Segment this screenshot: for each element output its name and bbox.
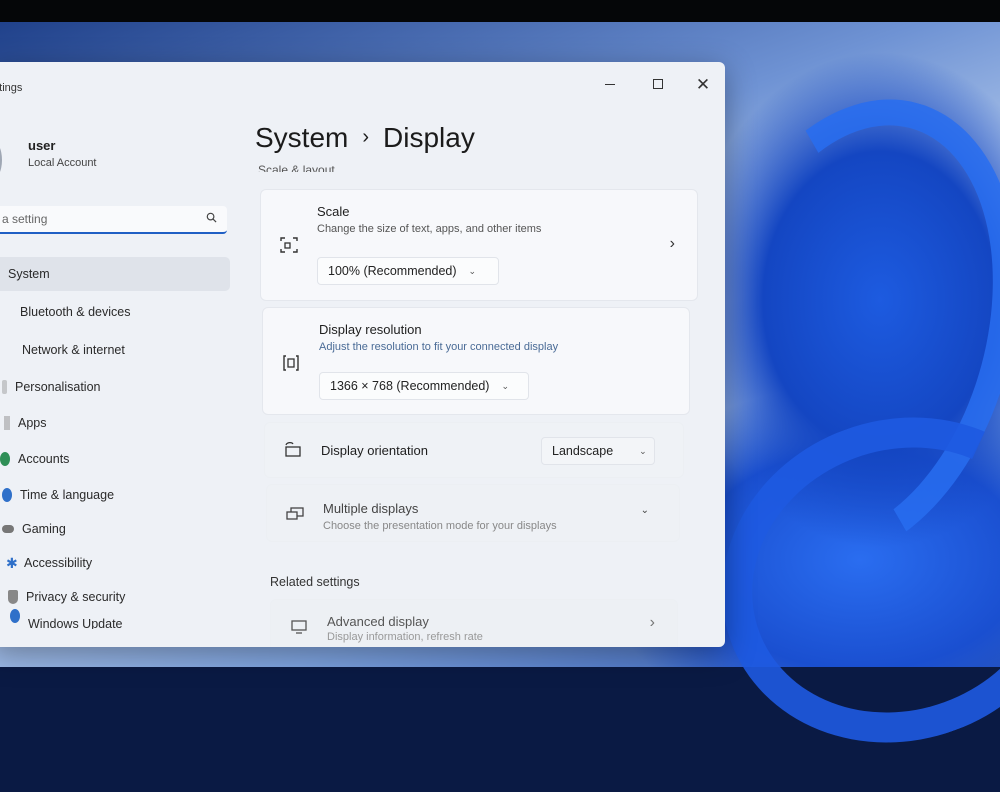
search-placeholder: a setting <box>2 212 48 226</box>
shield-icon <box>8 590 18 604</box>
maximize-icon <box>653 79 663 89</box>
sidebar-item-gaming[interactable]: Gaming <box>2 512 242 546</box>
sidebar-item-label: Time & language <box>20 488 115 502</box>
sidebar-item-network[interactable]: Network & internet <box>0 333 240 367</box>
monitor-bezel <box>0 0 1000 22</box>
scale-card[interactable]: Scale Change the size of text, apps, and… <box>260 189 698 301</box>
multiple-displays-description: Choose the presentation mode for your di… <box>323 520 557 532</box>
search-icon <box>206 212 217 223</box>
resolution-dropdown[interactable]: 1366 × 768 (Recommended) ⌄ <box>319 372 529 400</box>
related-settings-heading: Related settings <box>270 575 360 589</box>
resolution-title: Display resolution <box>319 322 422 337</box>
gamepad-icon <box>2 525 14 533</box>
scale-dropdown[interactable]: 100% (Recommended) ⌄ <box>317 257 499 285</box>
breadcrumb: System › Display <box>255 122 475 154</box>
scale-title: Scale <box>317 204 350 219</box>
title-bar[interactable]: ettings ✕ <box>0 62 725 106</box>
avatar <box>0 140 2 180</box>
update-icon <box>10 609 20 623</box>
breadcrumb-parent[interactable]: System <box>255 122 348 153</box>
multiple-displays-icon <box>286 507 304 520</box>
bluetooth-icon <box>0 305 12 319</box>
chevron-right-icon: › <box>649 614 655 631</box>
chevron-down-icon: ⌄ <box>640 505 649 516</box>
settings-search-input[interactable]: a setting <box>0 206 227 234</box>
sidebar-item-accessibility[interactable]: ✱ Accessibility <box>6 546 246 580</box>
settings-window: ettings ✕ user Local Account a setting S… <box>0 62 725 647</box>
sidebar-item-label: System <box>8 267 50 281</box>
advanced-display-description: Display information, refresh rate <box>327 631 483 643</box>
minimize-icon <box>605 83 615 85</box>
page-title: Display <box>383 122 475 153</box>
apps-icon <box>4 416 10 430</box>
section-heading: Scale & layout <box>258 163 335 172</box>
app-title: ettings <box>0 82 23 94</box>
sidebar-item-label: Bluetooth & devices <box>20 305 131 319</box>
accessibility-icon: ✱ <box>6 555 18 571</box>
resolution-icon <box>283 355 299 371</box>
orientation-value: Landscape <box>552 444 614 458</box>
minimize-button[interactable] <box>590 72 630 96</box>
sidebar-item-bluetooth[interactable]: Bluetooth & devices <box>0 295 238 329</box>
multiple-displays-card[interactable]: Multiple displays Choose the presentatio… <box>266 484 680 542</box>
sidebar-item-label: Gaming <box>22 522 66 536</box>
accounts-icon <box>0 452 10 466</box>
resolution-description: Adjust the resolution to fit your connec… <box>319 341 559 353</box>
maximize-button[interactable] <box>638 72 678 96</box>
globe-icon <box>2 488 12 502</box>
account-type: Local Account <box>28 157 97 169</box>
advanced-display-card[interactable]: Advanced display Display information, re… <box>270 599 678 647</box>
brush-icon <box>2 380 7 394</box>
close-button[interactable]: ✕ <box>683 72 723 96</box>
display-resolution-card: Display resolution Adjust the resolution… <box>262 307 690 415</box>
orientation-title: Display orientation <box>321 443 428 458</box>
sidebar-item-label: Network & internet <box>22 343 125 357</box>
sidebar-item-time-language[interactable]: Time & language <box>2 478 242 512</box>
advanced-display-title: Advanced display <box>327 614 429 629</box>
sidebar-item-label: Accessibility <box>24 556 93 570</box>
chevron-down-icon: ⌄ <box>468 265 477 276</box>
sidebar-item-label: Personalisation <box>15 380 101 394</box>
sidebar-item-label: Accounts <box>18 452 70 466</box>
network-icon <box>0 343 14 357</box>
monitor-icon <box>291 620 307 634</box>
multiple-displays-title: Multiple displays <box>323 501 419 516</box>
sidebar-item-label: Apps <box>18 416 47 430</box>
breadcrumb-separator: › <box>362 126 370 148</box>
sidebar-item-label: Windows Update <box>28 617 123 629</box>
close-icon: ✕ <box>695 74 711 94</box>
chevron-down-icon: ⌄ <box>501 380 510 391</box>
sidebar-item-accounts[interactable]: Accounts <box>0 442 240 476</box>
chevron-down-icon: ⌄ <box>639 445 647 456</box>
sidebar-item-windows-update[interactable]: Windows Update <box>10 609 250 629</box>
scale-description: Change the size of text, apps, and other… <box>317 223 542 235</box>
display-orientation-card: Display orientation Landscape ⌄ <box>264 422 684 478</box>
sidebar-item-personalisation[interactable]: Personalisation <box>2 370 242 404</box>
resolution-value: 1366 × 768 (Recommended) <box>330 379 490 393</box>
scale-value: 100% (Recommended) <box>328 264 457 278</box>
chevron-right-icon: › <box>669 235 675 252</box>
sidebar-item-apps[interactable]: Apps <box>4 406 244 440</box>
scale-icon <box>280 237 298 253</box>
user-name: user <box>28 138 56 153</box>
orientation-icon <box>285 442 301 457</box>
sidebar-item-system[interactable]: System <box>0 257 230 291</box>
orientation-dropdown[interactable]: Landscape ⌄ <box>541 437 655 465</box>
sidebar-item-label: Privacy & security <box>26 590 126 604</box>
